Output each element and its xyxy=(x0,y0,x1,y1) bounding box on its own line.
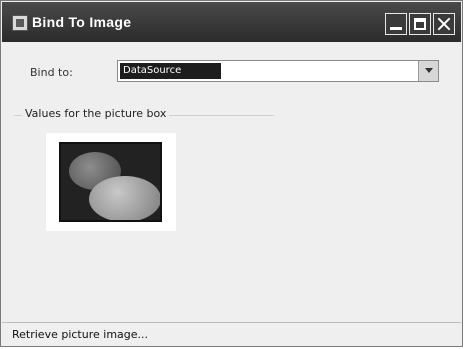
picture-box xyxy=(46,133,176,231)
bind-to-label: Bind to: xyxy=(30,66,73,79)
status-bar: Retrieve picture image... xyxy=(2,322,461,345)
content-area: Bind to: DataSource Values for the pictu… xyxy=(2,43,461,322)
close-button[interactable] xyxy=(433,13,455,35)
status-text: Retrieve picture image... xyxy=(12,328,149,341)
chevron-down-icon[interactable] xyxy=(418,61,438,81)
binding-selected-value: DataSource xyxy=(120,63,221,79)
groupbox-title: Values for the picture box xyxy=(22,107,170,120)
app-window: Bind To Image Bind to: DataSource Values… xyxy=(0,0,463,347)
title-bar[interactable]: Bind To Image xyxy=(2,2,461,42)
minimize-button[interactable] xyxy=(385,13,407,35)
binding-combobox[interactable]: DataSource xyxy=(117,60,439,82)
picture-image xyxy=(59,142,162,222)
maximize-button[interactable] xyxy=(409,13,431,35)
image-shape-bottom xyxy=(89,176,160,220)
window-title: Bind To Image xyxy=(32,14,132,30)
app-icon xyxy=(12,15,28,31)
